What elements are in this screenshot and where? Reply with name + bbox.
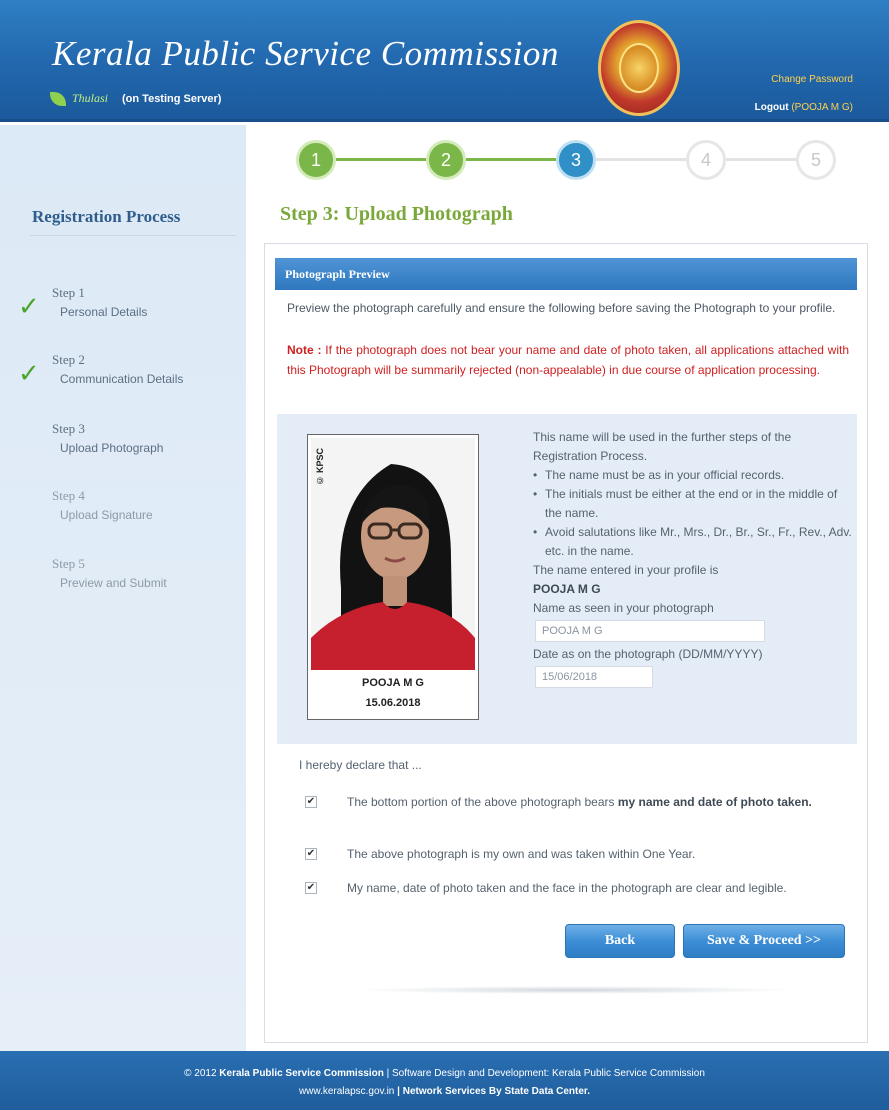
photo-date-label: Date as on the photograph (DD/MM/YYYY) [533,647,763,661]
sidebar-divider [30,235,236,236]
sidebar-step-1[interactable]: ✓ Step 1 Personal Details [18,285,238,335]
photo-image: © KPSC [311,438,475,670]
progress-step-4: 4 [686,140,726,180]
page-title: Step 3: Upload Photograph [280,203,513,225]
thulasi-logo: Thulasi [72,91,109,105]
progress-step-5: 5 [796,140,836,180]
note-label: Note : [287,343,322,357]
header-links: Change Password Logout (POOJA M G) [755,66,853,122]
name-guidelines: This name will be used in the further st… [533,428,853,691]
step-desc: Preview and Submit [60,576,167,590]
guideline-item: Avoid salutations like Mr., Mrs., Dr., B… [533,523,853,561]
logout-row: Logout (POOJA M G) [755,94,853,122]
check-icon: ✓ [18,358,40,388]
sidebar-step-2[interactable]: ✓ Step 2 Communication Details [18,352,238,402]
step-desc: Personal Details [60,305,148,319]
sidebar-title: Registration Process [32,207,181,226]
declaration-title: I hereby declare that ... [299,758,422,772]
photo-preview-area: © KPSC POOJA M G 15.06.2018 This name wi… [277,414,857,744]
footer-line-2: www.keralapsc.gov.in | Network Services … [0,1083,889,1101]
sidebar-step-5: Step 5 Preview and Submit [18,556,238,606]
user-name: (POOJA M G) [791,102,853,113]
declaration-text: My name, date of photo taken and the fac… [347,881,787,895]
declaration-checkbox[interactable]: ✔ [305,796,317,808]
sidebar-step-4: Step 4 Upload Signature [18,488,238,538]
footer-network: | Network Services By State Data Center. [397,1086,591,1097]
site-title: Kerala Public Service Commission [52,34,559,73]
profile-name-label: The name entered in your profile is [533,563,719,577]
progress-connector [596,158,686,161]
kpsc-emblem-icon [598,20,680,116]
step-name: Step 4 [52,488,85,503]
footer-url-link[interactable]: www.keralapsc.gov.in [299,1086,394,1097]
decorative-shadow [355,986,795,994]
leaf-icon [50,91,66,106]
photo-name-field[interactable] [535,620,765,642]
sidebar: Registration Process ✓ Step 1 Personal D… [0,125,246,1051]
guideline-list: The name must be as in your official rec… [533,466,853,561]
guideline-item: The initials must be either at the end o… [533,485,853,523]
back-button[interactable]: Back [565,924,675,958]
change-password-link[interactable]: Change Password [755,66,853,94]
sidebar-step-3[interactable]: Step 3 Upload Photograph [18,421,238,471]
logout-link[interactable]: Logout [755,102,789,113]
progress-step-1: 1 [296,140,336,180]
save-proceed-button[interactable]: Save & Proceed >> [683,924,845,958]
step-desc: Upload Signature [60,508,153,522]
portrait-image [311,438,475,670]
declaration-text: The bottom portion of the above photogra… [347,792,817,812]
server-note: (on Testing Server) [122,92,222,105]
photo-date-field[interactable] [535,666,653,688]
step-desc: Communication Details [60,372,184,386]
progress-step-3: 3 [556,140,596,180]
footer-org: Kerala Public Service Commission [219,1068,384,1079]
emblem-seal [619,43,659,93]
profile-name: POOJA M G [533,582,601,596]
note-body: If the photograph does not bear your nam… [287,343,849,377]
instructions-text: Preview the photograph carefully and ens… [287,301,836,315]
photo-caption-date: 15.06.2018 [365,697,421,709]
step-name: Step 2 [52,352,85,367]
guideline-item: The name must be as in your official rec… [533,466,853,485]
declaration-checkbox[interactable]: ✔ [305,848,317,860]
progress-connector [336,158,426,161]
step-name: Step 3 [52,421,85,436]
thulasi-brand: Thulasi (on Testing Server) [50,91,221,106]
page-footer: © 2012 Kerala Public Service Commission … [0,1051,889,1110]
photo-watermark: © KPSC [315,448,325,486]
main-content: 1 2 3 4 5 Step 3: Upload Photograph Phot… [246,125,889,1051]
declaration-text-plain: The bottom portion of the above photogra… [347,795,618,809]
step-name: Step 1 [52,285,85,300]
photo-caption-name: POOJA M G [362,677,424,689]
note-text: Note : If the photograph does not bear y… [287,340,849,380]
check-icon: ✓ [18,291,40,321]
step-name: Step 5 [52,556,85,571]
photo-name-label: Name as seen in your photograph [533,601,714,615]
panel-title: Photograph Preview [275,258,857,290]
footer-credits: | Software Design and Development: Keral… [386,1068,705,1079]
page-header: Kerala Public Service Commission Thulasi… [0,0,889,122]
progress-step-2: 2 [426,140,466,180]
step-desc: Upload Photograph [60,441,164,455]
declaration-checkbox[interactable]: ✔ [305,882,317,894]
intro-text: This name will be used in the further st… [533,430,792,463]
declaration-text: The above photograph is my own and was t… [347,847,696,861]
step-progress: 1 2 3 4 5 [296,140,836,180]
photograph-preview: © KPSC POOJA M G 15.06.2018 [307,434,479,720]
declaration-text-bold: my name and date of photo taken. [617,795,812,809]
footer-line-1: © 2012 Kerala Public Service Commission … [0,1065,889,1083]
copyright-year: © 2012 [184,1068,217,1079]
progress-connector [466,158,556,161]
form-container: Photograph Preview Preview the photograp… [264,243,868,1043]
